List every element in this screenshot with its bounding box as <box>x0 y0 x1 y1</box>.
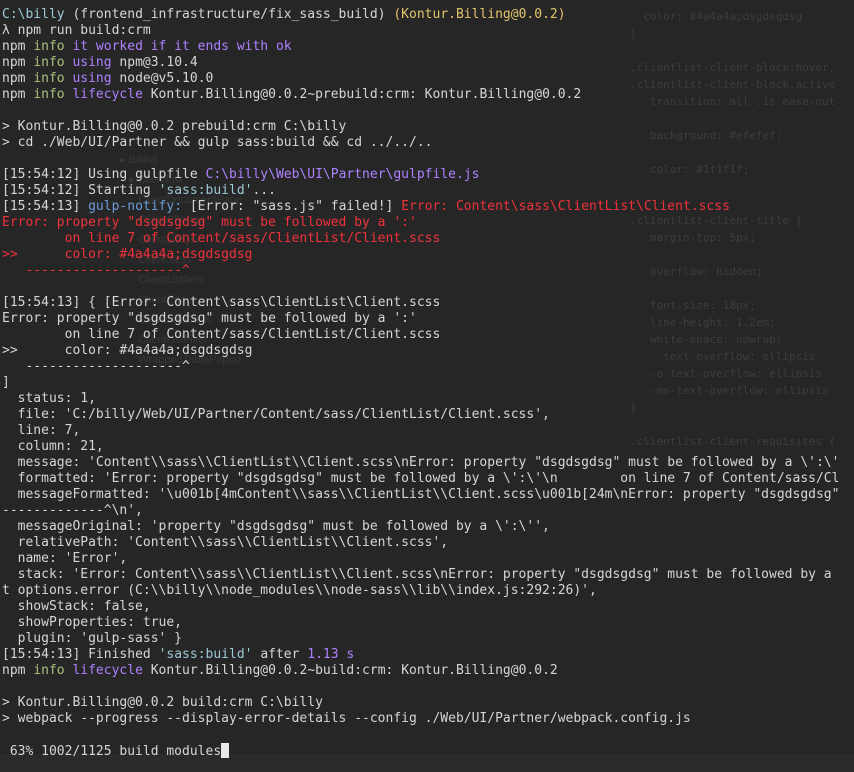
npm-info-line: npm info it worked if it ends with ok <box>2 39 292 54</box>
error-object-line: [15:54:13] { [Error: Content\sass\Client… <box>2 295 441 310</box>
error-line: >> color: #4a4a4a;dsgdsgdsg <box>2 343 253 358</box>
error-object-line: showStack: false, <box>2 599 151 614</box>
error-line: on line 7 of Content/sass/ClientList/Cli… <box>2 327 441 342</box>
prompt-package: (Kontur.Billing@0.0.2) <box>393 7 566 22</box>
script-line: > Kontur.Billing@0.0.2 prebuild:crm C:\b… <box>2 119 347 134</box>
npm-info-line: npm info using node@v5.10.0 <box>2 71 214 86</box>
gulp-notify-line: [15:54:13] gulp-notify: [Error: "sass.js… <box>2 199 730 214</box>
error-object-line: -------------^\n', <box>2 503 143 518</box>
command-line: λ npm run build:crm <box>2 23 151 38</box>
error-line: Error: property "dsgdsgdsg" must be foll… <box>2 215 417 230</box>
error-line: --------------------^ <box>2 263 190 278</box>
script-line: > Kontur.Billing@0.0.2 build:crm C:\bill… <box>2 695 323 710</box>
error-object-line: messageFormatted: '\u001b[4mContent\\sas… <box>2 487 840 502</box>
script-line: > cd ./Web/UI/Partner && gulp sass:build… <box>2 135 433 150</box>
error-line: Error: property "dsgdsgdsg" must be foll… <box>2 311 417 326</box>
error-object-line: file: 'C:/billy/Web/UI/Partner/Content/s… <box>2 407 550 422</box>
error-object-line: name: 'Error', <box>2 551 128 566</box>
error-object-line: t options.error (C:\\billy\\node_modules… <box>2 583 597 598</box>
error-object-line: message: 'Content\\sass\\ClientList\\Cli… <box>2 455 840 470</box>
terminal-output: C:\billy (frontend_infrastructure/fix_sa… <box>2 7 839 759</box>
error-object-line: formatted: 'Error: property "dsgdsgdsg" … <box>2 471 840 486</box>
build-progress: 63% 1002/1125 build modules <box>2 744 222 759</box>
gulp-line: [15:54:12] Starting 'sass:build'... <box>2 183 276 198</box>
prompt-branch: (frontend_infrastructure/fix_sass_build) <box>72 7 386 22</box>
terminal-window[interactable]: color: #4a4a4a;dsgdsgdsg } .clientlist-c… <box>0 0 854 772</box>
script-line: > webpack --progress --display-error-det… <box>2 711 691 726</box>
error-object-line: column: 21, <box>2 439 104 454</box>
error-line: on line 7 of Content/sass/ClientList/Cli… <box>2 231 441 246</box>
gulp-line: [15:54:13] Finished 'sass:build' after 1… <box>2 647 355 662</box>
npm-info-line: npm info using npm@3.10.4 <box>2 55 198 70</box>
error-object-line: messageOriginal: 'property "dsgdsgdsg" m… <box>2 519 550 534</box>
progress-line: 63% 1002/1125 build modules <box>2 743 839 759</box>
error-line: --------------------^ <box>2 359 190 374</box>
error-line: >> color: #4a4a4a;dsgdsgdsg <box>2 247 253 262</box>
gulp-line: [15:54:12] Using gulpfile C:\billy\Web\U… <box>2 167 480 182</box>
npm-info-line: npm info lifecycle Kontur.Billing@0.0.2~… <box>2 87 582 102</box>
npm-info-line: npm info lifecycle Kontur.Billing@0.0.2~… <box>2 663 558 678</box>
prompt-line: C:\billy (frontend_infrastructure/fix_sa… <box>2 7 839 23</box>
error-object-line: relativePath: 'Content\\sass\\ClientList… <box>2 535 449 550</box>
error-object-line: line: 7, <box>2 423 81 438</box>
error-object-line: plugin: 'gulp-sass' } <box>2 631 183 646</box>
error-object-line: status: 1, <box>2 391 96 406</box>
cursor-icon[interactable] <box>221 743 230 758</box>
error-object-line: ] <box>2 375 10 390</box>
error-object-line: showProperties: true, <box>2 615 183 630</box>
error-object-line: stack: 'Error: Content\\sass\\ClientList… <box>2 567 832 582</box>
prompt-path: C:\billy <box>2 7 65 22</box>
